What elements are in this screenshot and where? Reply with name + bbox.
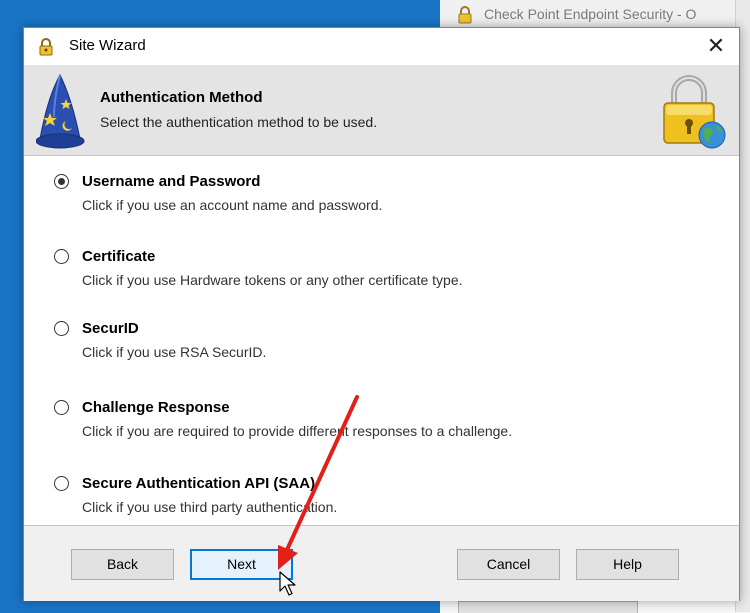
option-description: Click if you use third party authenticat… [82, 499, 338, 515]
authentication-options: Username and Password Click if you use a… [24, 156, 739, 526]
wizard-header: Authentication Method Select the authent… [24, 65, 739, 156]
radio-button[interactable] [54, 400, 69, 415]
padlock-icon [39, 38, 53, 56]
radio-button-selected[interactable] [54, 174, 69, 189]
help-button[interactable]: Help [576, 549, 679, 580]
radio-button[interactable] [54, 321, 69, 336]
option-username-password[interactable]: Username and Password Click if you use a… [54, 173, 694, 234]
back-button[interactable]: Back [71, 549, 174, 580]
dialog-footer: Back Next Cancel Help [24, 525, 739, 601]
option-label[interactable]: Secure Authentication API (SAA) [82, 475, 315, 492]
dialog-titlebar: Site Wizard ✕ [24, 28, 739, 65]
header-title: Authentication Method [100, 89, 263, 106]
close-icon: ✕ [706, 33, 726, 58]
option-description: Click if you use an account name and pas… [82, 197, 383, 213]
wizard-hat-icon [36, 73, 85, 149]
padlock-icon [458, 6, 472, 24]
option-challenge-response[interactable]: Challenge Response Click if you are requ… [54, 399, 694, 460]
radio-button[interactable] [54, 249, 69, 264]
padlock-globe-icon [663, 75, 726, 149]
radio-button[interactable] [54, 476, 69, 491]
close-button[interactable]: ✕ [693, 28, 739, 64]
option-certificate[interactable]: Certificate Click if you use Hardware to… [54, 248, 694, 309]
option-description: Click if you use RSA SecurID. [82, 344, 267, 360]
header-subtitle: Select the authentication method to be u… [100, 114, 378, 130]
option-label[interactable]: Certificate [82, 248, 155, 265]
option-description: Click if you use Hardware tokens or any … [82, 272, 463, 288]
dialog-title: Site Wizard [69, 37, 146, 54]
site-wizard-dialog: Site Wizard ✕ Authentication Method Sele… [23, 27, 740, 601]
option-label[interactable]: SecurID [82, 320, 139, 337]
background-window-button[interactable] [458, 601, 638, 613]
cancel-button[interactable]: Cancel [457, 549, 560, 580]
option-label[interactable]: Username and Password [82, 173, 260, 190]
mouse-pointer-icon [279, 571, 296, 596]
background-window-title: Check Point Endpoint Security - O [484, 6, 697, 22]
option-label[interactable]: Challenge Response [82, 399, 230, 416]
next-button[interactable]: Next [190, 549, 293, 580]
option-securid[interactable]: SecurID Click if you use RSA SecurID. [54, 320, 694, 381]
option-description: Click if you are required to provide dif… [82, 423, 513, 439]
